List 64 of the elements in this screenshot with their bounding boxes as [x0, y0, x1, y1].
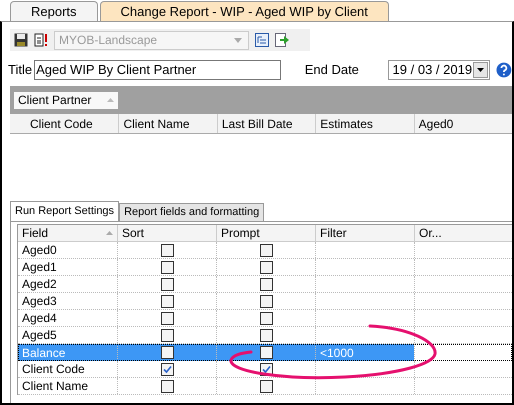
- checkbox[interactable]: [160, 278, 174, 290]
- table-cell-text: Aged3: [21, 293, 58, 309]
- checkbox[interactable]: [160, 328, 174, 342]
- grid-row[interactable]: Aged0: [18, 242, 512, 259]
- table-cell-text: Aged0: [21, 242, 58, 258]
- checkbox[interactable]: [160, 346, 174, 359]
- column-header[interactable]: Estimates: [315, 114, 414, 133]
- column-header[interactable]: Or...: [414, 225, 512, 241]
- table-cell-text: Aged5: [21, 327, 58, 343]
- checkbox[interactable]: [160, 362, 174, 376]
- column-header[interactable]: Prompt: [216, 225, 315, 241]
- caret-icon: [234, 38, 242, 42]
- grid-row[interactable]: Client Name: [18, 378, 512, 395]
- grid-row[interactable]: Aged4: [18, 310, 512, 327]
- end-date-label: End Date: [304, 61, 360, 80]
- checkbox[interactable]: [160, 244, 174, 256]
- checkbox[interactable]: [260, 380, 272, 392]
- grid-row[interactable]: Aged2: [18, 276, 512, 293]
- column-header[interactable]: Sort: [116, 225, 216, 241]
- group-by-chip[interactable]: Client Partner: [14, 92, 118, 108]
- table-cell-text: Client Code: [21, 361, 86, 377]
- column-header[interactable]: Client Code: [20, 114, 118, 133]
- export-icon[interactable]: [275, 33, 289, 47]
- checkmark-icon: [262, 364, 270, 374]
- grid-row[interactable]: Aged3: [18, 293, 512, 310]
- tab[interactable]: Reports: [10, 1, 98, 21]
- checkbox[interactable]: [260, 244, 272, 256]
- column-header[interactable]: Client Name: [118, 114, 217, 133]
- tab[interactable]: Run Report Settings: [10, 201, 120, 221]
- title-field[interactable]: Aged WIP By Client Partner: [34, 60, 281, 80]
- caret-icon: [477, 68, 484, 72]
- title-label: Title: [8, 61, 32, 80]
- sort-up-icon: [106, 231, 113, 235]
- table-cell-text: <1000: [320, 344, 354, 362]
- help-icon[interactable]: [496, 62, 512, 78]
- table-cell-text: Client Name: [21, 378, 90, 394]
- column-header[interactable]: Field: [18, 225, 117, 241]
- column-header[interactable]: Last Bill Date: [216, 114, 316, 133]
- checkbox[interactable]: [160, 380, 174, 392]
- table-cell-text: Aged4: [21, 310, 58, 326]
- column-header[interactable]: Filter: [314, 225, 414, 241]
- tab[interactable]: Report fields and formatting: [119, 203, 264, 221]
- grid-row[interactable]: Client Code: [18, 361, 512, 378]
- table-cell-text: Aged2: [21, 276, 58, 292]
- checkbox[interactable]: [260, 346, 272, 359]
- checkbox[interactable]: [260, 328, 272, 342]
- table-cell: Balance: [18, 344, 118, 361]
- checkbox[interactable]: [260, 312, 272, 324]
- end-date-field[interactable]: 19 / 03 / 2019: [388, 60, 490, 80]
- checkbox[interactable]: [260, 278, 272, 290]
- tree-list-icon[interactable]: [255, 33, 269, 47]
- grid-row[interactable]: Aged1: [18, 259, 512, 276]
- checkbox[interactable]: [260, 260, 272, 274]
- sort-up-icon: [107, 98, 114, 102]
- checkmark-icon: [162, 364, 172, 374]
- table-cell-text: Aged1: [21, 259, 58, 275]
- save-icon[interactable]: [14, 33, 28, 47]
- tab[interactable]: Change Report - WIP - Aged WIP by Client: [100, 1, 389, 21]
- checkbox[interactable]: [260, 294, 272, 308]
- checkbox[interactable]: [160, 312, 174, 324]
- checkbox[interactable]: [160, 260, 174, 274]
- column-header[interactable]: Aged0: [414, 114, 512, 133]
- report-alert-icon[interactable]: [34, 33, 48, 47]
- checkbox[interactable]: [160, 294, 174, 308]
